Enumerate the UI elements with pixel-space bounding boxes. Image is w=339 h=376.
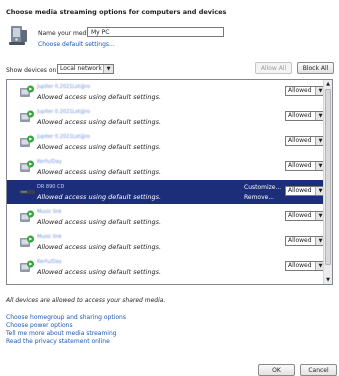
device-access-value: Allowed [288, 212, 312, 219]
device-name: Kerfu/Day [37, 259, 62, 265]
device-row[interactable]: Jupiter 0.2021Lot@ro Allowed access usin… [7, 130, 326, 154]
device-access-select[interactable]: Allowed ▼ [285, 261, 326, 271]
privacy-statement-link[interactable]: Read the privacy statement online [6, 338, 110, 345]
remove-link[interactable]: Remove... [244, 194, 274, 201]
device-status: Allowed access using default settings. [37, 268, 162, 276]
power-options-link[interactable]: Choose power options [6, 322, 73, 329]
disc-player-icon [19, 190, 35, 194]
device-list[interactable]: Jupiter 0.2021Lot@ro Allowed access usin… [6, 79, 333, 285]
device-access-select[interactable]: Allowed ▼ [285, 136, 326, 146]
device-row[interactable]: Kerfu/Day Allowed access using default s… [7, 255, 326, 279]
media-device-icon [20, 110, 34, 122]
device-row[interactable]: Music link Allowed access using default … [7, 230, 326, 254]
device-name: Kerfu/Day [37, 159, 62, 165]
device-access-value: Allowed [288, 137, 312, 144]
device-access-value: Allowed [288, 187, 312, 194]
device-access-value: Allowed [288, 237, 312, 244]
library-name-input[interactable]: My PC [87, 27, 224, 37]
device-access-value: Allowed [288, 112, 312, 119]
device-row[interactable]: Jupiter 0.2021Lot@ro Allowed access usin… [7, 80, 326, 104]
media-device-icon [20, 85, 34, 97]
media-library-icon [9, 26, 27, 45]
device-status: Allowed access using default settings. [37, 93, 162, 101]
device-name: Music link [37, 234, 62, 240]
device-name: DR 890 CD [37, 184, 65, 190]
device-status: Allowed access using default settings. [37, 193, 162, 201]
chevron-down-icon: ▼ [103, 65, 113, 73]
device-access-select[interactable]: Allowed ▼ [285, 111, 326, 121]
customize-link[interactable]: Customize... [244, 184, 281, 191]
cancel-button[interactable]: Cancel [300, 364, 337, 376]
ok-button[interactable]: OK [258, 364, 295, 376]
show-devices-label: Show devices on: [6, 67, 59, 74]
device-status: Allowed access using default settings. [37, 118, 162, 126]
vertical-scrollbar[interactable]: ▲ ▼ [323, 80, 332, 284]
device-status: Allowed access using default settings. [37, 143, 162, 151]
device-name: Jupiter 0.2021Lot@ro [37, 134, 91, 140]
device-access-value: Allowed [288, 162, 312, 169]
page-title: Choose media streaming options for compu… [6, 8, 227, 16]
device-row[interactable]: Music link Allowed access using default … [7, 205, 326, 229]
scrollbar-thumb[interactable] [325, 89, 331, 265]
all-devices-note: All devices are allowed to access your s… [6, 297, 166, 304]
media-device-icon [20, 210, 34, 222]
device-status: Allowed access using default settings. [37, 243, 162, 251]
device-access-select[interactable]: Allowed ▼ [285, 161, 326, 171]
device-row[interactable]: Jupiter 0.2021Lot@ro Allowed access usin… [7, 105, 326, 129]
device-name: Jupiter 0.2021Lot@ro [37, 109, 91, 115]
device-row[interactable]: Kerfu/Day Allowed access using default s… [7, 155, 326, 179]
device-access-select[interactable]: Allowed ▼ [285, 186, 326, 196]
device-status: Allowed access using default settings. [37, 168, 162, 176]
scroll-down-icon[interactable]: ▼ [324, 276, 332, 284]
device-status: Allowed access using default settings. [37, 218, 162, 226]
media-device-icon [20, 160, 34, 172]
media-device-icon [20, 135, 34, 147]
device-access-value: Allowed [288, 87, 312, 94]
show-devices-value: Local network [60, 65, 102, 72]
device-access-value: Allowed [288, 262, 312, 269]
scroll-up-icon[interactable]: ▲ [324, 80, 332, 88]
media-device-icon [20, 260, 34, 272]
device-access-select[interactable]: Allowed ▼ [285, 211, 326, 221]
device-name: Music link [37, 209, 62, 215]
media-streaming-info-link[interactable]: Tell me more about media streaming [6, 330, 117, 337]
device-row-selected[interactable]: DR 890 CD Allowed access using default s… [7, 180, 326, 204]
media-device-icon [20, 235, 34, 247]
block-all-button[interactable]: Block All [297, 62, 334, 74]
device-access-select[interactable]: Allowed ▼ [285, 86, 326, 96]
show-devices-select[interactable]: Local network ▼ [57, 64, 114, 74]
device-name: Jupiter 0.2021Lot@ro [37, 84, 91, 90]
allow-all-button[interactable]: Allow All [255, 62, 292, 74]
choose-default-settings-link[interactable]: Choose default settings... [38, 41, 115, 48]
homegroup-sharing-link[interactable]: Choose homegroup and sharing options [6, 314, 126, 321]
device-access-select[interactable]: Allowed ▼ [285, 236, 326, 246]
